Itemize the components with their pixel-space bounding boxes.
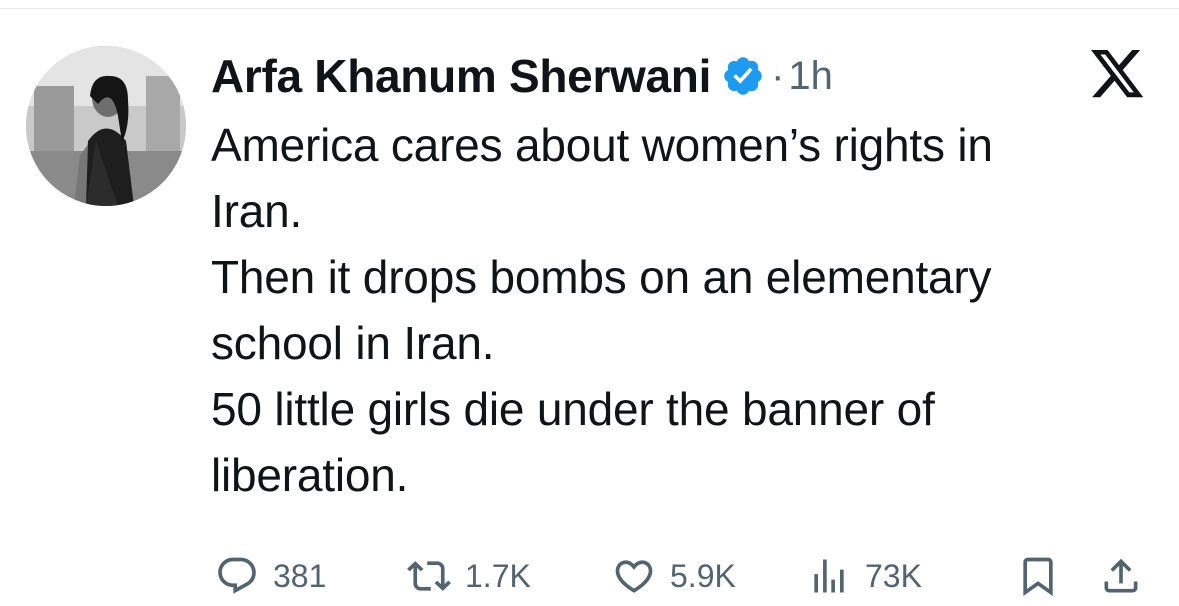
share-icon <box>1104 558 1138 593</box>
tweet-card[interactable]: Arfa Khanum Sherwani · 1h America cares … <box>0 0 1179 606</box>
bookmark-button[interactable] <box>1015 548 1061 604</box>
views-icon <box>814 559 844 593</box>
like-count: 5.9K <box>670 557 736 594</box>
action-bar: 381 1.7K 5.9K 73K <box>0 548 1179 604</box>
retweet-button[interactable]: 1.7K <box>405 548 531 604</box>
views-button[interactable]: 73K <box>805 548 922 604</box>
retweet-icon <box>407 561 451 591</box>
heart-icon <box>615 560 653 593</box>
reply-button[interactable]: 381 <box>213 548 326 604</box>
retweet-count: 1.7K <box>465 557 531 594</box>
separator-dot: · <box>771 53 785 98</box>
bookmark-icon <box>1023 557 1053 597</box>
reply-count: 381 <box>273 557 327 594</box>
tweet-header: Arfa Khanum Sherwani · 1h <box>211 44 833 108</box>
avatar-photo <box>26 46 186 206</box>
timestamp[interactable]: 1h <box>788 54 833 99</box>
tweet-text-line: Then it drops bombs on an elementary <box>211 251 992 303</box>
tweet-text-line: school in Iran. <box>211 317 495 369</box>
tweet-text-line: liberation. <box>211 449 409 501</box>
x-logo-icon[interactable] <box>1090 50 1146 100</box>
avatar[interactable] <box>26 46 186 206</box>
author-name[interactable]: Arfa Khanum Sherwani <box>211 49 711 103</box>
divider <box>0 8 1179 9</box>
like-button[interactable]: 5.9K <box>610 548 736 604</box>
tweet-text-line: Iran. <box>211 185 303 237</box>
verified-badge-icon <box>721 54 765 98</box>
tweet-text: America cares about women’s rights in Ir… <box>211 112 1161 508</box>
share-button[interactable] <box>1098 548 1144 604</box>
tweet-text-line: America cares about women’s rights in <box>211 119 993 171</box>
tweet-text-line: 50 little girls die under the banner of <box>211 383 935 435</box>
views-count: 73K <box>865 557 922 594</box>
reply-icon <box>218 557 256 594</box>
